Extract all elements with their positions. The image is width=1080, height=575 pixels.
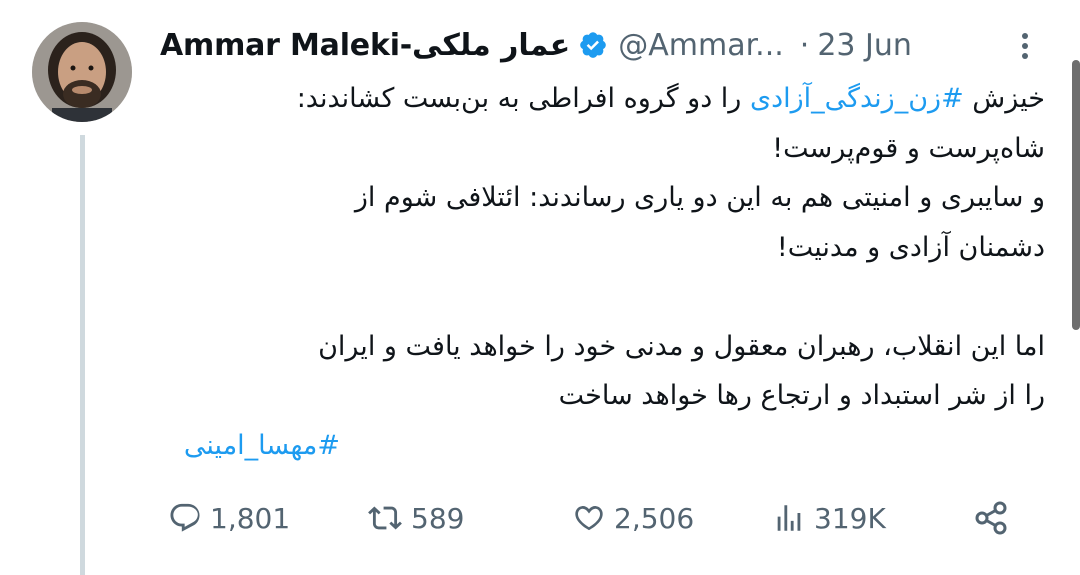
tweet-text: خیزش #زن_زندگی_آزادی را دو گروه افراطی ب… (160, 74, 1045, 470)
reply-icon (170, 503, 200, 532)
more-options-icon[interactable] (1010, 26, 1040, 66)
scrollbar[interactable] (1072, 60, 1080, 330)
tweet-line: شاه‌پرست و قوم‌پرست! (772, 132, 1045, 164)
tweet-line: خیزش #زن_زندگی_آزادی را دو گروه افراطی ب… (296, 83, 1045, 114)
like-count: 2,506 (614, 501, 695, 535)
share-button[interactable] (972, 490, 1020, 546)
tweet-header: Ammar Maleki-عمار ملکی @Ammar... · 23 Ju… (160, 20, 1060, 70)
views-icon (777, 505, 801, 531)
views-count: 319K (814, 501, 886, 535)
tweet-line: را از شر استبداد و ارتجاع رها خواهد ساخت (558, 380, 1045, 411)
retweet-icon (368, 506, 402, 530)
tweet-actions: 1,801 589 2,506 319K (160, 490, 1030, 546)
thread-line (80, 135, 85, 575)
author-handle[interactable]: @Ammar... (618, 28, 784, 63)
tweet-line: و سایبری و امنیتی هم به این دو یاری رسان… (354, 182, 1045, 213)
verified-badge-icon (578, 30, 608, 60)
like-button[interactable]: 2,506 (572, 490, 694, 546)
tweet-line: دشمنان آزادی و مدنیت! (776, 231, 1045, 263)
retweet-button[interactable]: 589 (367, 490, 464, 546)
separator-dot: · (799, 27, 810, 63)
like-icon (575, 506, 603, 531)
views-button[interactable]: 319K (772, 490, 886, 546)
tweet-date[interactable]: 23 Jun (817, 28, 912, 63)
reply-count: 1,801 (210, 501, 291, 535)
avatar[interactable] (32, 22, 132, 122)
retweet-count: 589 (411, 501, 465, 535)
share-icon (975, 501, 1007, 535)
reply-button[interactable]: 1,801 (168, 490, 290, 546)
hashtag-link[interactable]: #مهسا_امینی (184, 430, 340, 461)
tweet-line: اما این انقلاب، رهبران معقول و مدنی خود … (318, 330, 1045, 362)
author-name[interactable]: Ammar Maleki-عمار ملکی (160, 28, 570, 63)
hashtag-link[interactable]: #زن_زندگی_آزادی (750, 83, 964, 114)
